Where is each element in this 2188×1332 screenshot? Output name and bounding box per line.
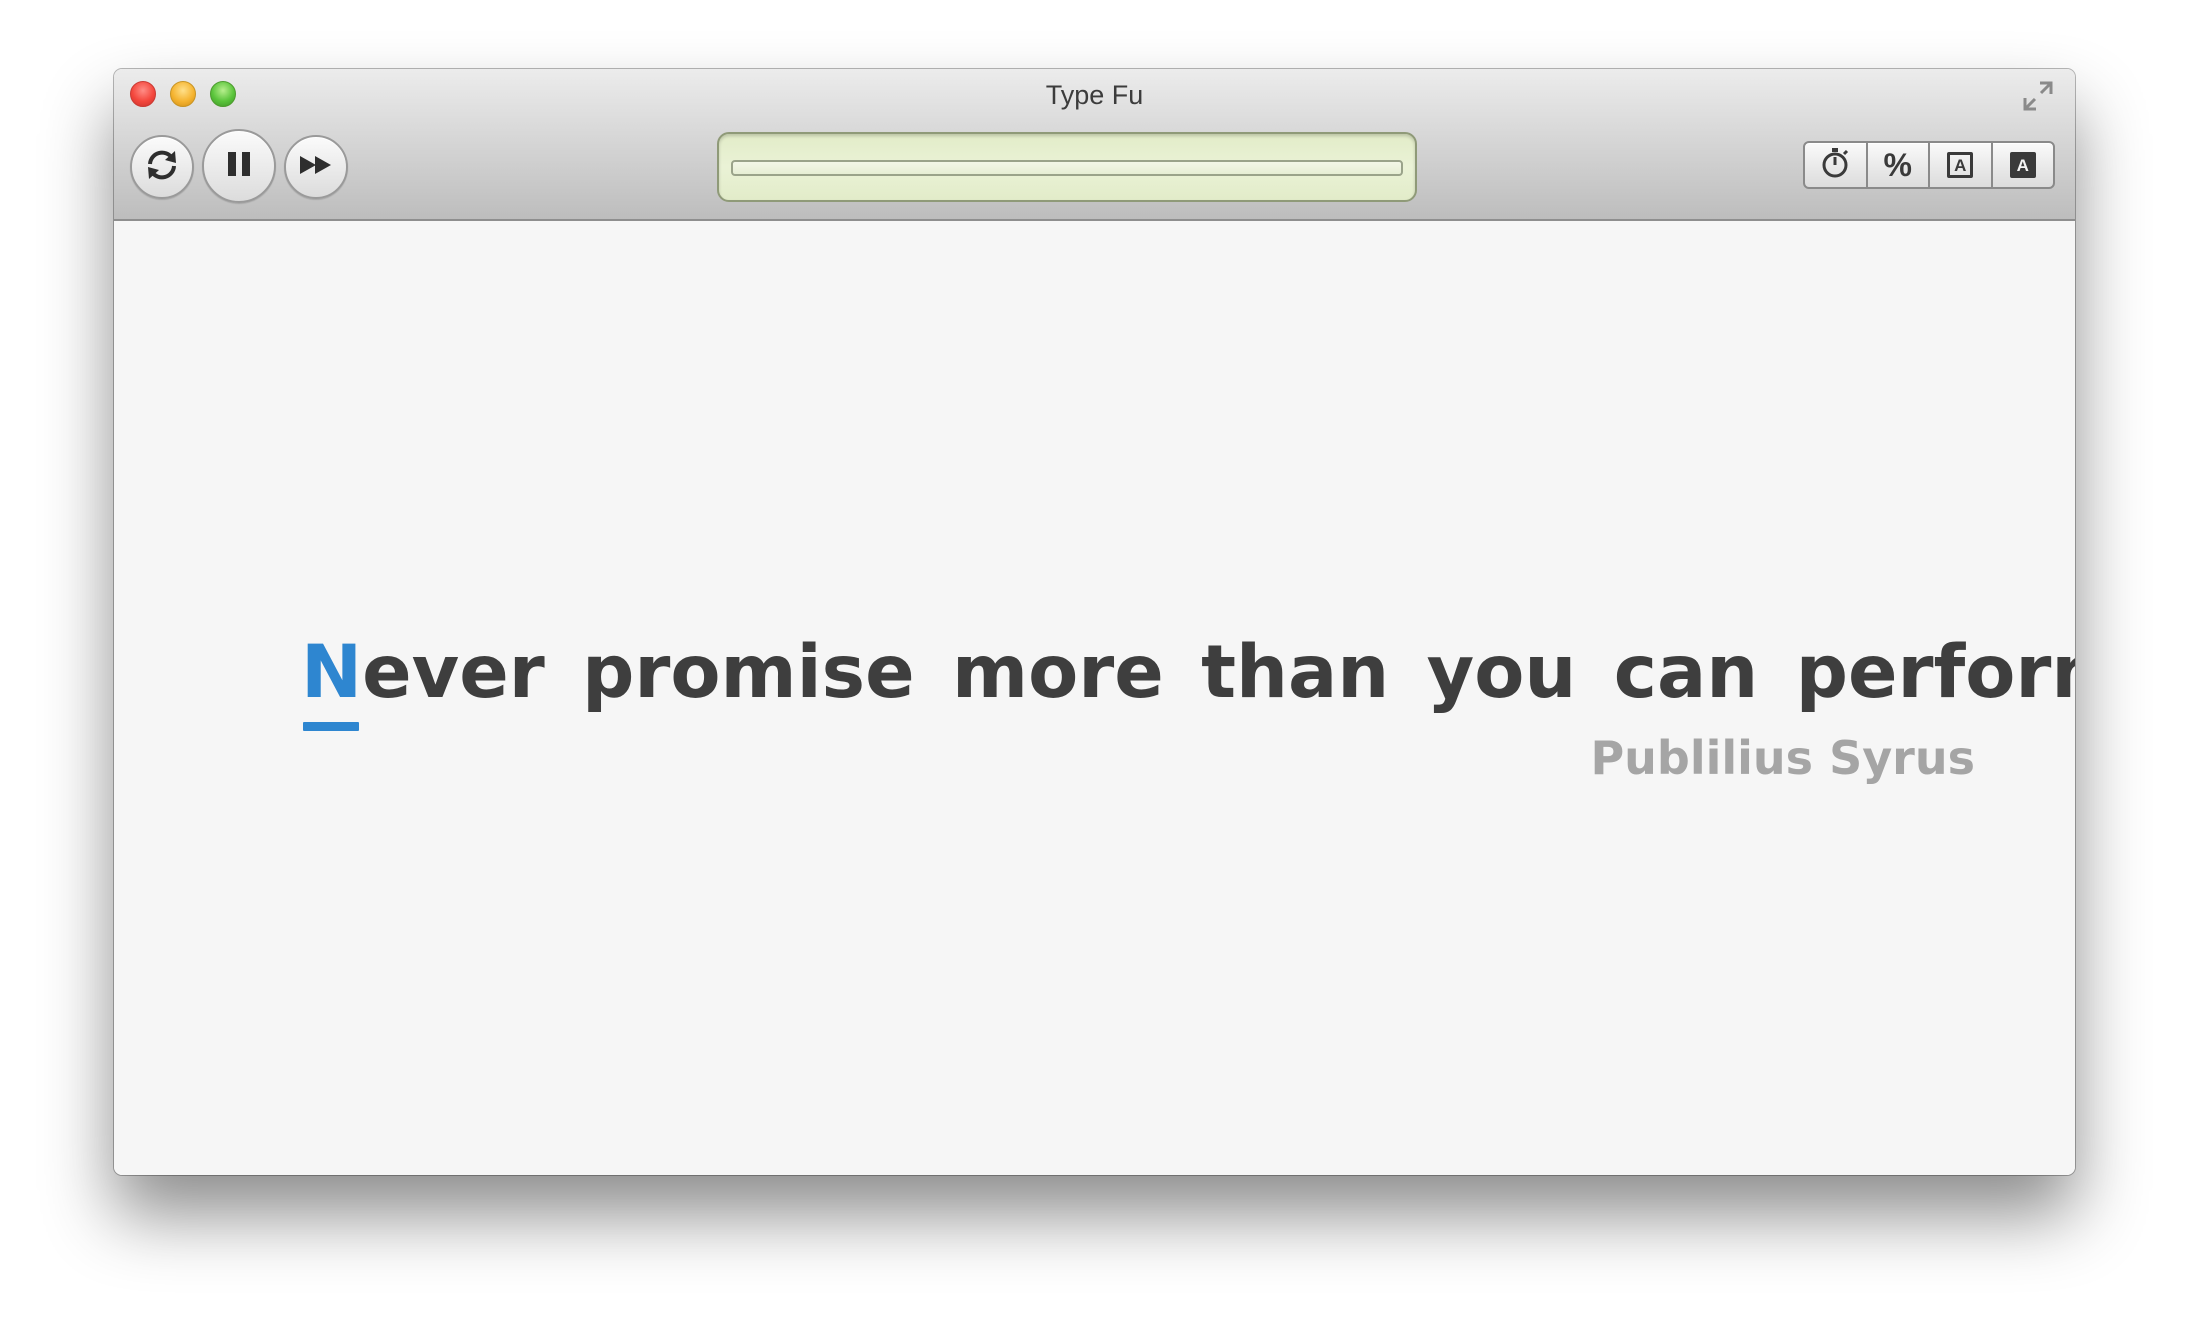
pause-button[interactable] <box>202 129 276 203</box>
accuracy-toggle[interactable]: % <box>1868 143 1930 187</box>
stopwatch-icon <box>1820 147 1850 184</box>
window-title: Type Fu <box>1045 80 1144 110</box>
font-filled-icon: A <box>2009 152 2036 178</box>
refresh-icon <box>142 145 182 189</box>
fast-forward-icon <box>298 153 334 181</box>
typing-area[interactable]: Never promise more than you can perform.… <box>114 221 2075 1175</box>
fullscreen-icon[interactable] <box>2021 79 2055 113</box>
remaining-text: ever promise more than you can perform. <box>362 630 2075 715</box>
view-options-segmented-control: % A A <box>1803 141 2055 189</box>
percent-label: % <box>1883 146 1912 183</box>
restart-button[interactable] <box>130 135 194 199</box>
app-window: Type Fu % A A N ever promise more than y… <box>114 69 2075 1175</box>
font-filled-toggle[interactable]: A <box>1993 143 2054 187</box>
quote-text: Never promise more than you can perform. <box>301 629 2075 731</box>
typing-cursor <box>303 722 359 731</box>
font-outline-icon: A <box>1947 152 1974 178</box>
current-character: N <box>301 630 362 731</box>
pause-icon <box>224 149 254 183</box>
progress-display <box>717 132 1417 202</box>
timer-toggle[interactable] <box>1805 143 1868 187</box>
skip-button[interactable] <box>284 135 348 199</box>
progress-bar <box>731 160 1403 176</box>
font-outline-toggle[interactable]: A <box>1930 143 1993 187</box>
toolbar: Type Fu % A A <box>114 69 2075 221</box>
quote-author: Publilius Syrus <box>1590 731 1975 785</box>
